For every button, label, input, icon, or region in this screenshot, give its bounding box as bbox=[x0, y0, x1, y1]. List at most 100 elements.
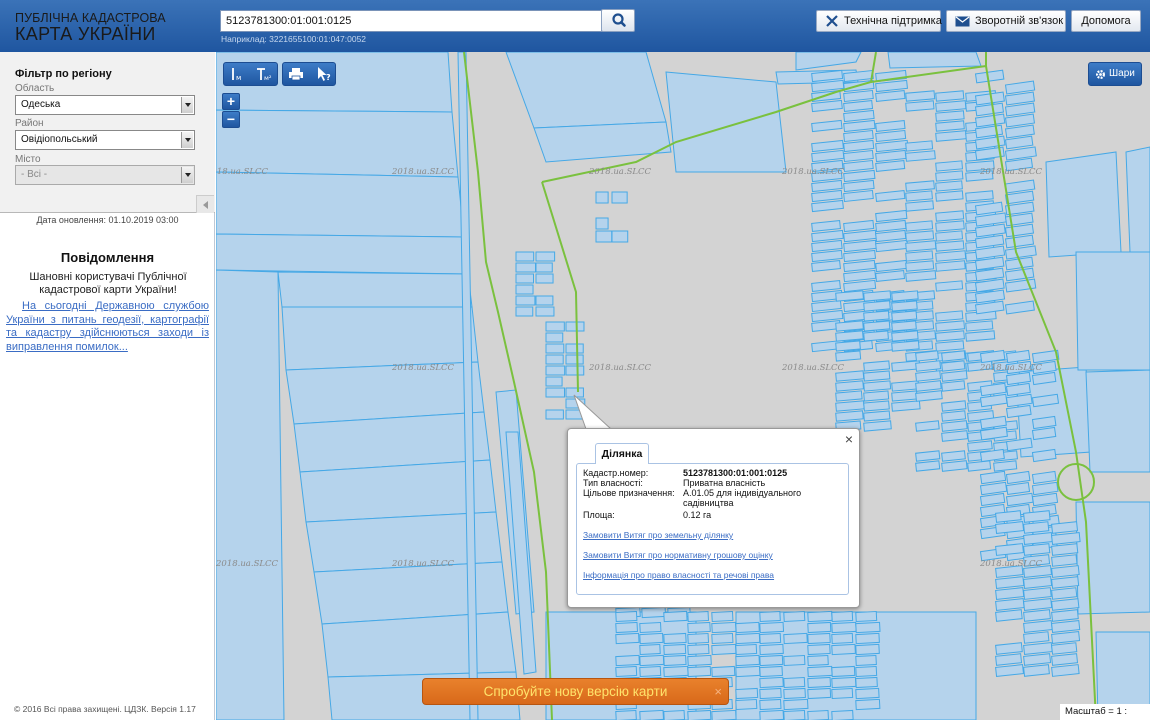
ownership-info-link[interactable]: Інформація про право власності та речові… bbox=[583, 570, 774, 580]
parcel bbox=[533, 121, 672, 163]
parcel bbox=[515, 295, 536, 306]
parcel bbox=[1051, 620, 1081, 633]
parcel bbox=[811, 139, 844, 153]
parcel bbox=[545, 321, 565, 332]
parcel bbox=[843, 109, 875, 123]
parcel bbox=[611, 191, 628, 204]
parcel bbox=[863, 290, 892, 302]
parcel bbox=[735, 621, 760, 634]
parcel bbox=[974, 69, 1005, 84]
parcel bbox=[687, 643, 710, 656]
print-button[interactable] bbox=[283, 63, 309, 85]
zoom-out-button[interactable]: − bbox=[222, 111, 240, 128]
parcel bbox=[905, 200, 935, 212]
parcel bbox=[891, 380, 920, 392]
parcel-info-popup: × Ділянка Кадастр.номер: 5123781300:01:00… bbox=[567, 428, 860, 608]
parcel bbox=[995, 587, 1025, 600]
parcel bbox=[1004, 300, 1035, 315]
cursor-question-icon: ? bbox=[318, 67, 331, 82]
watermark-text: 2018.ua.SLCC bbox=[979, 167, 1043, 177]
parcel bbox=[915, 350, 939, 362]
parcel bbox=[905, 220, 934, 232]
parcel bbox=[1004, 190, 1035, 205]
ruler-icon: м bbox=[232, 68, 241, 82]
identify-button[interactable]: ? bbox=[310, 63, 336, 85]
parcel bbox=[863, 420, 892, 432]
parcel bbox=[735, 665, 761, 678]
parcel bbox=[663, 610, 688, 623]
parcel bbox=[1004, 267, 1035, 282]
parcel bbox=[831, 709, 854, 720]
parcel bbox=[905, 90, 936, 102]
search-button[interactable] bbox=[601, 9, 635, 32]
parcel bbox=[1051, 609, 1079, 622]
close-icon[interactable]: × bbox=[845, 431, 853, 447]
oblast-select[interactable]: Одеська bbox=[15, 95, 195, 115]
feedback-button[interactable]: Зворотній зв'язок bbox=[946, 10, 1066, 32]
new-version-banner[interactable]: Спробуйте нову версію карти × bbox=[422, 678, 729, 705]
parcel bbox=[735, 654, 760, 667]
parcel bbox=[843, 229, 877, 243]
parcel bbox=[941, 420, 968, 432]
parcel-info-body: Кадастр.номер: 5123781300:01:001:0125 Тип… bbox=[576, 463, 849, 595]
parcel bbox=[615, 654, 640, 667]
parcel bbox=[663, 654, 687, 667]
parcel bbox=[1051, 653, 1079, 666]
parcel bbox=[941, 370, 968, 382]
ruler-button[interactable]: м bbox=[224, 63, 250, 85]
parcel bbox=[535, 262, 553, 273]
watermark-text: 2018.ua.SLCC bbox=[781, 167, 845, 177]
parcel bbox=[783, 610, 806, 623]
parcel bbox=[843, 149, 874, 163]
parcel bbox=[711, 610, 734, 623]
layers-button[interactable]: Шари bbox=[1088, 62, 1142, 86]
parcel bbox=[545, 354, 564, 365]
parcel bbox=[759, 665, 783, 678]
parcel bbox=[855, 632, 880, 645]
search-icon bbox=[612, 13, 626, 27]
cadastral-search-input[interactable]: 5123781300:01:001:0125 bbox=[220, 10, 602, 32]
parcel bbox=[915, 390, 943, 402]
zoom-in-button[interactable]: + bbox=[222, 93, 240, 110]
parcel bbox=[887, 52, 982, 69]
misto-select[interactable]: - Всі - bbox=[15, 165, 195, 185]
parcel bbox=[1004, 135, 1034, 150]
order-extract-link[interactable]: Замовити Витяг про земельну ділянку bbox=[583, 530, 733, 540]
parcel bbox=[891, 400, 921, 412]
ruler-label: м bbox=[236, 74, 241, 82]
parcel bbox=[935, 90, 965, 102]
support-button[interactable]: Технічна підтримка bbox=[816, 10, 942, 32]
parcel bbox=[639, 621, 662, 634]
parcel bbox=[1023, 598, 1053, 611]
parcel bbox=[941, 430, 969, 442]
help-button[interactable]: Допомога bbox=[1071, 10, 1141, 32]
area-measure-button[interactable]: м² bbox=[251, 63, 277, 85]
tab-parcel[interactable]: Ділянка bbox=[595, 443, 649, 464]
raion-select[interactable]: Овідіопольський bbox=[15, 130, 195, 150]
parcel bbox=[875, 119, 906, 133]
parcel bbox=[835, 330, 864, 342]
map-view[interactable]: 2018.ua.SLCC 2018.ua.SLCC 2018.ua.SLCC 2018… bbox=[216, 52, 1150, 720]
parcel bbox=[941, 450, 966, 462]
parcel bbox=[935, 210, 965, 222]
info-row: Цільове призначення: А.01.05 для індивіду… bbox=[583, 488, 842, 510]
parcel bbox=[615, 632, 640, 645]
watermark-text: 2018.ua.SLCC bbox=[979, 559, 1043, 569]
cadastral-map-canvas[interactable]: 2018.ua.SLCC 2018.ua.SLCC 2018.ua.SLCC 2018… bbox=[216, 52, 1150, 720]
parcel bbox=[1023, 576, 1053, 589]
parcel bbox=[843, 249, 877, 263]
close-icon[interactable]: × bbox=[714, 679, 722, 704]
parcel bbox=[941, 460, 968, 472]
parcel bbox=[1005, 492, 1034, 507]
collapse-sidebar-button[interactable] bbox=[196, 195, 214, 213]
parcel bbox=[545, 387, 566, 398]
parcel bbox=[807, 643, 831, 656]
message-link[interactable]: На сьогодні Державною службою України з … bbox=[6, 300, 209, 354]
parcel bbox=[535, 295, 554, 306]
info-key: Цільове призначення: bbox=[583, 488, 675, 498]
parcel bbox=[905, 180, 935, 192]
parcel bbox=[515, 273, 534, 284]
parcel bbox=[1004, 80, 1036, 95]
parcel bbox=[216, 269, 285, 720]
order-valuation-link[interactable]: Замовити Витяг про нормативну грошову оц… bbox=[583, 550, 773, 560]
